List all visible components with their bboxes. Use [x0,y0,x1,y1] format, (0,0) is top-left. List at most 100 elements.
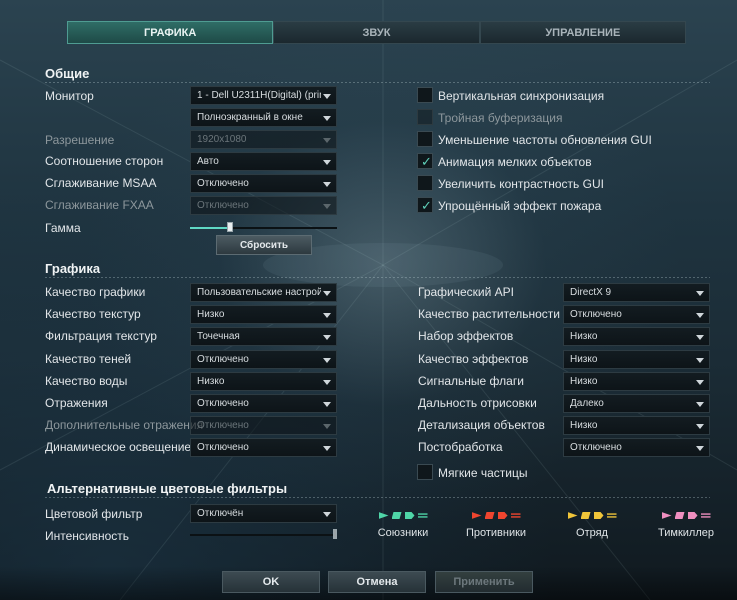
graphics-setting-value: Низко [570,353,598,365]
graphics-setting-dropdown[interactable]: DirectX 9 [563,283,710,302]
monitor-label: Монитор [45,89,94,103]
fxaa-label: Сглаживание FXAA [45,198,154,212]
chevron-down-icon [323,313,331,319]
vsync-label: Вертикальная синхронизация [438,89,605,103]
team-name: Тимкиллер [658,527,714,539]
monitor-dropdown[interactable]: 1 - Dell U2311H(Digital) (prima [190,86,337,105]
graphics-setting-dropdown[interactable]: Пользовательские настройки [190,283,337,302]
graphics-setting-value: Отключено [570,309,622,321]
cancel-button[interactable]: Отмена [328,571,426,593]
msaa-dropdown[interactable]: Отключено [190,174,337,193]
gamma-slider-fill [190,227,230,229]
window-mode-value: Полноэкранный в окне [197,112,303,123]
chevron-down-icon [696,446,704,452]
soft-particles-label: Мягкие частицы [438,466,528,480]
graphics-setting-label: Качество текстур [45,307,141,322]
divider [45,82,710,83]
graphics-setting-dropdown[interactable]: Низко [563,416,710,436]
graphics-setting-value: Отключено [197,442,249,454]
graphics-setting-value: Отключено [197,398,249,409]
chevron-down-icon [323,512,331,517]
section-title-graphics: Графика [45,261,101,276]
small-objects-animation-checkbox[interactable]: ✓ [417,153,433,169]
team-name: Союзники [377,527,429,539]
team-color-legend: Союзники [365,512,441,539]
msaa-label: Сглаживание MSAA [45,176,157,190]
graphics-setting-dropdown[interactable]: Низко [563,371,710,391]
graphics-setting-dropdown[interactable]: Низко [563,327,710,347]
tab-graphics[interactable]: ГРАФИКА [67,21,274,44]
graphics-setting-dropdown[interactable]: Точечная [190,327,337,347]
vsync-checkbox[interactable] [417,87,433,103]
color-filter-label: Цветовой фильтр [45,507,143,521]
divider [45,497,710,498]
graphics-setting-dropdown[interactable]: Низко [563,349,710,369]
gamma-label: Гамма [45,221,81,235]
graphics-setting-label: Графический API [418,285,515,299]
graphics-setting-label: Качество эффектов [418,351,529,366]
chevron-down-icon [323,379,331,385]
intensity-slider[interactable] [190,534,337,536]
graphics-setting-dropdown[interactable]: Низко [190,305,337,325]
window-mode-dropdown[interactable]: Полноэкранный в окне [190,108,337,127]
graphics-setting-dropdown[interactable]: Отключено [563,438,710,458]
color-filter-value: Отключён [197,508,244,519]
graphics-setting-value: Далеко [570,398,604,409]
graphics-setting-dropdown[interactable]: Отключено [563,305,710,325]
graphics-setting-dropdown[interactable]: Отключено [190,438,337,458]
divider [45,277,710,278]
team-markers-icon [365,512,441,522]
chevron-down-icon [323,204,331,209]
graphics-setting-label: Сигнальные флаги [418,373,524,388]
chevron-down-icon [323,138,331,143]
graphics-setting-dropdown[interactable]: Далеко [563,394,710,413]
apply-button: Применить [435,571,533,593]
color-filter-dropdown[interactable]: Отключён [190,504,337,523]
graphics-setting-label: Дальность отрисовки [418,396,537,410]
chevron-down-icon [323,402,331,407]
team-name: Отряд [576,527,608,539]
team-name: Противники [465,527,527,539]
graphics-setting-dropdown[interactable]: Отключено [190,394,337,413]
team-color-legend: Противники [458,512,534,539]
fxaa-value: Отключено [197,200,249,211]
gui-refresh-checkbox[interactable] [417,131,433,147]
triple-buffering-checkbox [417,109,433,125]
reset-gamma-button[interactable]: Сбросить [216,235,312,255]
soft-particles-checkbox[interactable] [417,464,433,480]
graphics-setting-label: Качество графики [45,285,146,299]
section-title-color-filters: Альтернативные цветовые фильтры [47,481,288,496]
fxaa-dropdown: Отключено [190,196,337,215]
tab-controls[interactable]: УПРАВЛЕНИЕ [479,21,686,44]
simple-fire-checkbox[interactable]: ✓ [417,197,433,213]
graphics-setting-dropdown[interactable]: Отключено [190,349,337,369]
aspect-ratio-label: Соотношение сторон [45,154,164,168]
graphics-setting-label: Динамическое освещение [45,440,192,455]
graphics-setting-value: Отключено [197,353,249,365]
graphics-setting-value: Пользовательские настройки [197,287,321,298]
chevron-down-icon [696,357,704,363]
graphics-setting-value: Низко [197,309,225,321]
chevron-down-icon [696,379,704,385]
graphics-setting-value: Отключено [570,442,622,454]
chevron-down-icon [323,424,331,430]
team-markers-icon [648,512,724,522]
gamma-slider-handle[interactable] [226,222,233,232]
aspect-ratio-dropdown[interactable]: Авто [190,152,337,171]
section-title-general: Общие [45,66,90,81]
checkmark-icon: ✓ [421,198,432,213]
ok-button[interactable]: OK [222,571,320,593]
intensity-slider-handle[interactable] [333,529,337,539]
graphics-setting-label: Дополнительные отражения [45,418,204,433]
resolution-value: 1920x1080 [197,134,247,145]
tab-sound[interactable]: ЗВУК [273,21,480,44]
team-markers-icon [554,512,630,522]
graphics-setting-label: Качество теней [45,351,132,366]
graphics-setting-label: Качество воды [45,373,128,388]
graphics-setting-value: DirectX 9 [570,287,612,298]
gui-contrast-checkbox[interactable] [417,175,433,191]
chevron-down-icon [696,424,704,430]
resolution-dropdown: 1920x1080 [190,130,337,149]
resolution-label: Разрешение [45,133,115,147]
graphics-setting-dropdown[interactable]: Низко [190,371,337,391]
